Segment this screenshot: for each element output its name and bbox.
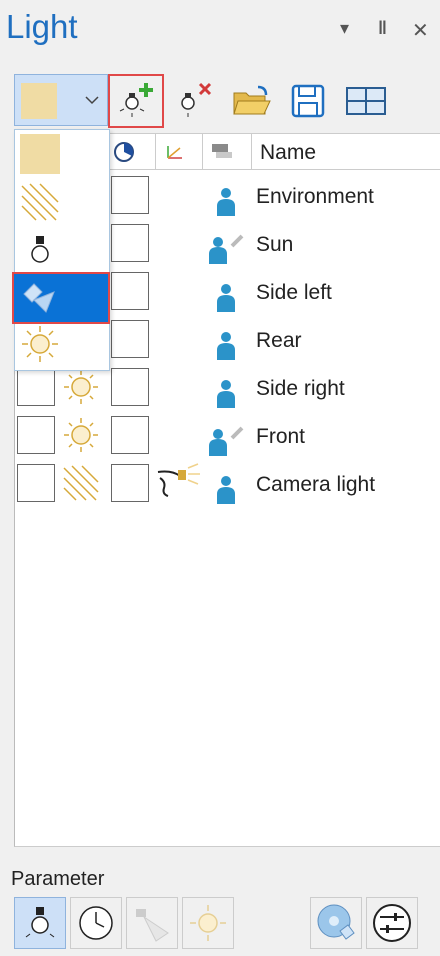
light-on-checkbox[interactable] bbox=[17, 368, 55, 406]
person-icon bbox=[217, 332, 235, 360]
option-sun-light[interactable] bbox=[14, 320, 108, 368]
bulb-icon bbox=[25, 907, 55, 938]
save-button[interactable] bbox=[282, 76, 334, 126]
delete-bulb-icon bbox=[181, 82, 212, 117]
delete-light-button[interactable] bbox=[168, 76, 220, 126]
option-spot-light[interactable] bbox=[12, 272, 110, 324]
color-wheel-icon[interactable] bbox=[112, 140, 136, 164]
option-ambient-light[interactable] bbox=[14, 130, 108, 178]
light-type-combo[interactable] bbox=[14, 74, 108, 126]
color-cell[interactable] bbox=[111, 272, 149, 310]
sun-parameter-button[interactable] bbox=[182, 897, 234, 949]
header-sep bbox=[202, 133, 203, 169]
grid-layout-icon bbox=[346, 87, 386, 115]
row-name-sun[interactable]: Sun bbox=[256, 233, 293, 257]
color-cell[interactable] bbox=[111, 416, 149, 454]
option-directional-light[interactable] bbox=[14, 178, 108, 226]
sun-light-icon bbox=[64, 418, 98, 452]
save-icon bbox=[291, 84, 325, 118]
time-parameter-button[interactable] bbox=[70, 897, 122, 949]
color-cell[interactable] bbox=[111, 224, 149, 262]
spot-beam-icon bbox=[136, 909, 169, 942]
open-button[interactable] bbox=[226, 76, 278, 126]
row-name-side-right[interactable]: Side right bbox=[256, 377, 345, 401]
row-name-side-left[interactable]: Side left bbox=[256, 281, 332, 305]
option-point-light[interactable] bbox=[14, 226, 108, 274]
color-cell[interactable] bbox=[111, 464, 149, 502]
axes-icon[interactable] bbox=[162, 138, 188, 164]
row-name-front[interactable]: Front bbox=[256, 425, 305, 449]
person-sun-icon bbox=[209, 426, 244, 456]
parameter-label: Parameter bbox=[11, 868, 105, 890]
clock-icon bbox=[79, 906, 113, 940]
directional-light-icon bbox=[63, 465, 99, 501]
color-cell[interactable] bbox=[111, 368, 149, 406]
bulb-icon bbox=[31, 236, 49, 263]
sun-light-icon bbox=[190, 905, 226, 941]
settings-sliders-button[interactable] bbox=[366, 897, 418, 949]
directional-light-icon bbox=[21, 183, 59, 221]
color-cell[interactable] bbox=[111, 320, 149, 358]
bulb-parameter-button[interactable] bbox=[14, 897, 66, 949]
sliders-icon bbox=[373, 904, 411, 942]
panel-menu-icon[interactable]: ▾ bbox=[340, 18, 349, 39]
disc-light-icon bbox=[317, 904, 355, 940]
ambient-swatch-icon bbox=[20, 134, 60, 174]
header-sep bbox=[251, 133, 252, 169]
person-icon bbox=[217, 284, 235, 312]
add-bulb-icon bbox=[119, 83, 153, 117]
layout-button[interactable] bbox=[340, 76, 392, 126]
pin-icon[interactable]: ‖ bbox=[378, 18, 387, 39]
person-sun-icon bbox=[209, 234, 244, 264]
chevron-down-icon bbox=[85, 96, 99, 105]
person-icon bbox=[217, 380, 235, 408]
person-icon bbox=[217, 188, 235, 216]
person-icon bbox=[217, 476, 235, 504]
header-sep bbox=[155, 133, 156, 169]
add-light-button[interactable] bbox=[108, 74, 164, 128]
row-name-environment[interactable]: Environment bbox=[256, 185, 374, 209]
spotlight-cone-icon bbox=[23, 283, 55, 313]
sun-light-icon bbox=[22, 326, 58, 362]
light-disc-button[interactable] bbox=[310, 897, 362, 949]
sun-light-icon bbox=[64, 370, 98, 404]
folder-open-icon bbox=[233, 85, 271, 115]
panel-title: Light bbox=[6, 8, 78, 45]
shadow-icon[interactable] bbox=[208, 138, 236, 164]
spotlight-icon bbox=[157, 463, 200, 497]
row-name-camera-light[interactable]: Camera light bbox=[256, 473, 375, 497]
color-cell[interactable] bbox=[111, 176, 149, 214]
light-on-checkbox[interactable] bbox=[17, 464, 55, 502]
close-icon[interactable]: ✕ bbox=[412, 18, 429, 43]
row-name-rear[interactable]: Rear bbox=[256, 329, 302, 353]
name-column-header[interactable]: Name bbox=[260, 141, 316, 165]
light-on-checkbox[interactable] bbox=[17, 416, 55, 454]
spot-parameter-button[interactable] bbox=[126, 897, 178, 949]
ambient-swatch-icon bbox=[21, 83, 57, 119]
